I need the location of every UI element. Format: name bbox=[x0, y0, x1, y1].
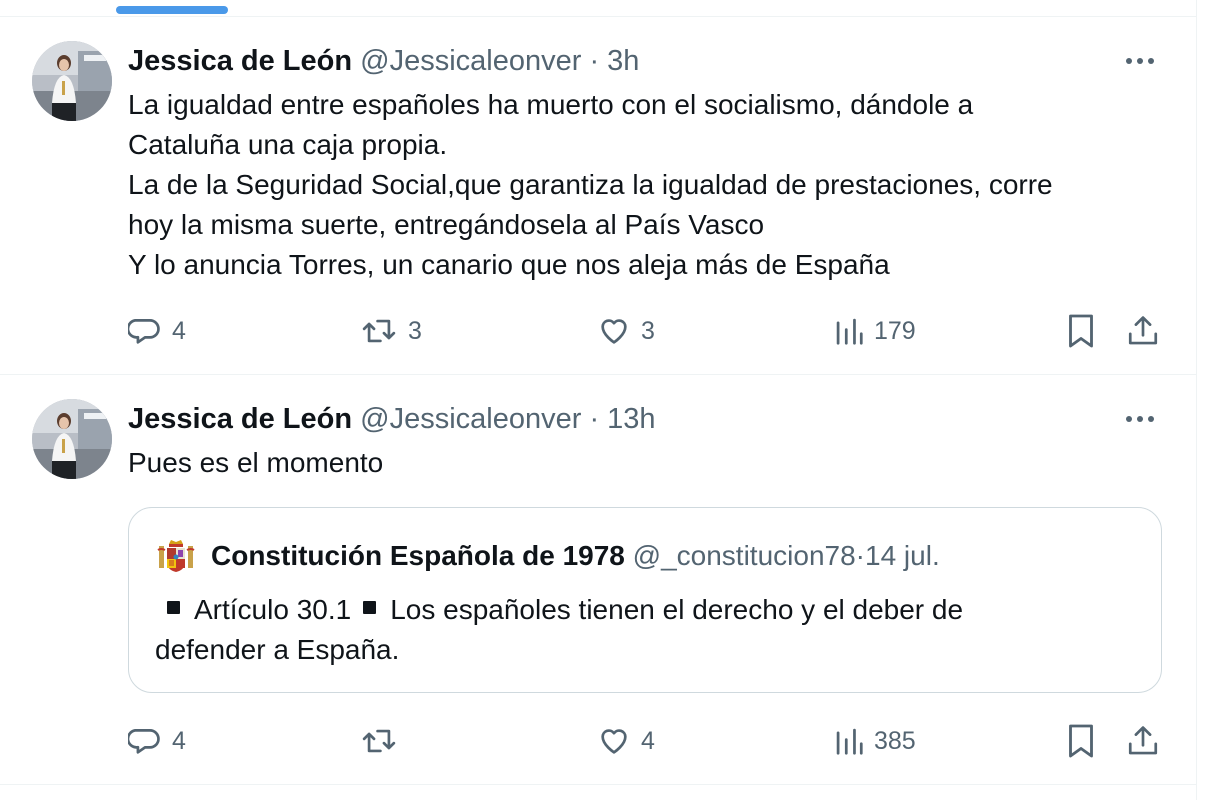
bookmark-button[interactable] bbox=[1066, 311, 1096, 351]
quoted-author-name[interactable]: Constitución Española de 1978 bbox=[211, 538, 625, 574]
tweet-text-line: hoy la misma suerte, entregándosela al P… bbox=[128, 209, 765, 240]
top-tab-bar bbox=[0, 0, 1196, 17]
quoted-text-line: Los españoles tienen el derecho y el deb… bbox=[390, 594, 964, 625]
retweet-button[interactable]: 3 bbox=[360, 311, 422, 351]
retweet-button[interactable] bbox=[360, 721, 408, 761]
quoted-tweet-card[interactable]: Constitución Española de 1978 @_constitu… bbox=[128, 507, 1162, 693]
author-name[interactable]: Jessica de León bbox=[128, 403, 352, 435]
speech-bubble-icon bbox=[128, 729, 160, 754]
upload-arrow-icon bbox=[1128, 726, 1158, 755]
tweet-timestamp[interactable]: 13h bbox=[607, 403, 655, 435]
reply-count: 4 bbox=[172, 726, 186, 755]
tweet-actions: 4 4 385 bbox=[128, 721, 1168, 761]
bar-chart-icon bbox=[836, 728, 863, 755]
tweet-header: Jessica de León @Jessicaleonver · 3h bbox=[128, 43, 639, 79]
quoted-author-handle[interactable]: @_constitucion78 bbox=[633, 538, 856, 574]
tweet-actions: 4 3 3 179 bbox=[128, 311, 1168, 351]
tweet-text-line: La igualdad entre españoles ha muerto co… bbox=[128, 89, 974, 120]
speech-bubble-icon bbox=[128, 319, 160, 344]
author-handle[interactable]: @Jessicaleonver bbox=[360, 45, 581, 77]
bar-chart-icon bbox=[836, 318, 863, 345]
tweet-text-line: Cataluña una caja propia. bbox=[128, 129, 448, 160]
retweet-count: 3 bbox=[408, 316, 422, 345]
heart-icon bbox=[601, 319, 627, 344]
tweet-1[interactable]: Jessica de León @Jessicaleonver · 3h La … bbox=[0, 17, 1196, 375]
black-square-bullet-icon bbox=[363, 601, 377, 614]
bookmark-icon bbox=[1069, 314, 1093, 348]
tweet-timestamp[interactable]: 3h bbox=[607, 45, 639, 77]
quoted-header-separator: · bbox=[855, 540, 865, 571]
like-button[interactable]: 4 bbox=[597, 721, 655, 761]
retweet-arrows-icon bbox=[362, 729, 396, 753]
black-square-bullet-icon bbox=[167, 601, 180, 614]
tweet-2[interactable]: Jessica de León @Jessicaleonver · 13h Pu… bbox=[0, 375, 1196, 785]
share-button[interactable] bbox=[1126, 311, 1160, 351]
header-separator: · bbox=[581, 45, 608, 77]
author-name[interactable]: Jessica de León bbox=[128, 45, 352, 77]
views-count: 385 bbox=[874, 726, 916, 755]
like-button[interactable]: 3 bbox=[597, 311, 655, 351]
bookmark-button[interactable] bbox=[1066, 721, 1096, 761]
timeline-right-border bbox=[1196, 0, 1197, 800]
tweet-text: Pues es el momento bbox=[128, 443, 1158, 483]
heart-icon bbox=[601, 729, 627, 754]
views-button[interactable]: 179 bbox=[834, 311, 916, 351]
avatar[interactable] bbox=[32, 41, 112, 121]
quoted-tweet-header: Constitución Española de 1978 @_constitu… bbox=[157, 538, 940, 574]
bookmark-icon bbox=[1069, 724, 1093, 758]
three-dots-icon bbox=[1126, 416, 1154, 422]
tweet-text-line: Pues es el momento bbox=[128, 447, 384, 478]
quoted-article-label: Artículo 30.1 bbox=[194, 594, 352, 625]
three-dots-icon bbox=[1126, 58, 1154, 64]
upload-arrow-icon bbox=[1128, 316, 1158, 345]
reply-button[interactable]: 4 bbox=[128, 721, 186, 761]
like-count: 4 bbox=[641, 726, 655, 755]
views-count: 179 bbox=[874, 316, 916, 345]
like-count: 3 bbox=[641, 316, 655, 345]
reply-button[interactable]: 4 bbox=[128, 311, 186, 351]
active-tab-indicator bbox=[116, 6, 228, 14]
views-button[interactable]: 385 bbox=[834, 721, 916, 761]
quoted-text-line: defender a España. bbox=[155, 634, 400, 665]
tweet-text: La igualdad entre españoles ha muerto co… bbox=[128, 85, 1158, 285]
reply-count: 4 bbox=[172, 316, 186, 345]
coat-of-arms-icon bbox=[157, 538, 197, 574]
more-options-button[interactable] bbox=[1122, 43, 1158, 79]
header-separator: · bbox=[581, 403, 608, 435]
quoted-tweet-text: Artículo 30.1 Los españoles tienen el der… bbox=[155, 590, 1135, 670]
avatar[interactable] bbox=[32, 399, 112, 479]
tweet-text-line: La de la Seguridad Social,que garantiza … bbox=[128, 169, 1053, 200]
share-button[interactable] bbox=[1126, 721, 1160, 761]
author-handle[interactable]: @Jessicaleonver bbox=[360, 403, 581, 435]
retweet-arrows-icon bbox=[362, 319, 396, 343]
quoted-tweet-date[interactable]: 14 jul. bbox=[865, 538, 940, 574]
more-options-button[interactable] bbox=[1122, 401, 1158, 437]
tweet-header: Jessica de León @Jessicaleonver · 13h bbox=[128, 401, 656, 437]
tweet-text-line: Y lo anuncia Torres, un canario que nos … bbox=[128, 249, 890, 280]
